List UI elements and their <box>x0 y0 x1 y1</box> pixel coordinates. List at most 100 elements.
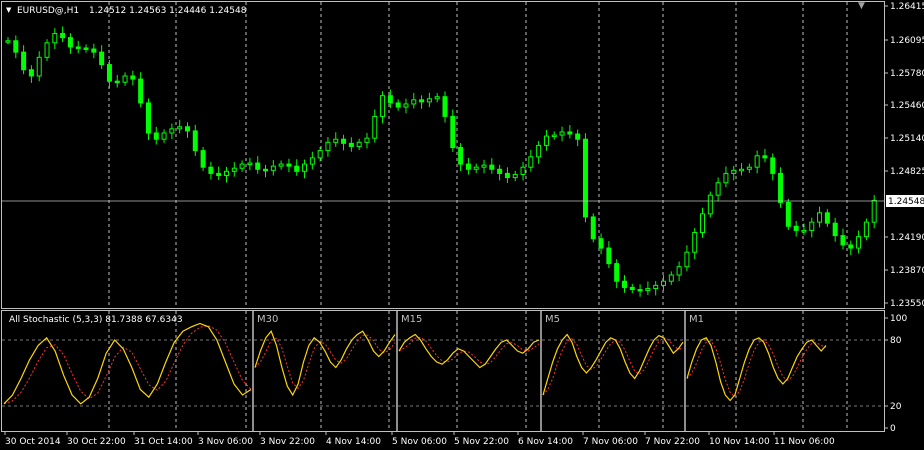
candle-body <box>208 166 214 174</box>
main-chart-frame <box>1 1 885 309</box>
price-tick-label: 1.25140 <box>890 134 924 144</box>
candle-body <box>161 132 167 140</box>
candle-body <box>278 163 284 167</box>
candle-body <box>28 69 34 77</box>
candle-body <box>739 168 745 172</box>
candle-body <box>567 131 573 135</box>
dropdown-arrow-icon[interactable]: ▼ <box>6 6 12 14</box>
stoch-tick-label: 0 <box>890 424 896 434</box>
symbol-title: EURUSD@,H1 <box>17 6 79 16</box>
candle-body <box>809 221 815 231</box>
candle-body <box>824 212 830 224</box>
time-tick-label: 11 Nov 06:00 <box>774 437 835 447</box>
candle-body <box>434 96 440 100</box>
time-tick-label: 3 Nov 22:00 <box>260 437 315 447</box>
candle-body <box>778 172 784 203</box>
candle-body <box>520 166 526 175</box>
candle-body <box>668 274 674 282</box>
candle-body <box>317 150 323 159</box>
candle-body <box>411 99 417 105</box>
time-tick-label: 3 Nov 06:00 <box>198 437 253 447</box>
ohlc-values: 1.24512 1.24563 1.24446 1.24548 <box>89 6 247 16</box>
candle-body <box>832 222 838 237</box>
candle-body <box>224 170 229 176</box>
candle-body <box>536 144 542 158</box>
time-tick-label: 6 Nov 14:00 <box>518 437 573 447</box>
time-tick-label: 4 Nov 14:00 <box>326 437 381 447</box>
candle-body <box>60 32 66 39</box>
stochastic-label: All Stochastic (5,3,3) 81.7388 67.6343 <box>9 315 183 325</box>
chart-canvas[interactable]: 1.26415 1.26095 1.25780 1.25460 1.25140 1.248… <box>0 0 924 450</box>
candle-body <box>419 99 425 103</box>
candle-body <box>67 37 73 48</box>
candle-body <box>372 115 378 139</box>
price-tick-label: 1.24825 <box>890 167 924 177</box>
candle-body <box>21 51 27 71</box>
candle-body <box>793 225 799 231</box>
candle-body <box>91 48 97 53</box>
candle-body <box>130 75 136 80</box>
time-tick-label: 7 Nov 06:00 <box>583 437 638 447</box>
candle-body <box>481 164 487 168</box>
candle-body <box>44 42 50 58</box>
candle-body <box>442 96 448 117</box>
candle-body <box>614 263 620 282</box>
time-tick-label: 5 Nov 06:00 <box>392 437 447 447</box>
candle-body <box>356 141 362 147</box>
candle-body <box>528 156 534 168</box>
candle-body <box>83 47 89 50</box>
candle-body <box>153 132 159 140</box>
stoch-tick-label: 100 <box>890 314 907 324</box>
candle-body <box>762 155 768 159</box>
candle-body <box>192 130 198 152</box>
candle-body <box>106 64 112 82</box>
candle-body <box>575 133 581 140</box>
candle-body <box>863 221 869 238</box>
stoch-tick-label: 20 <box>890 402 902 412</box>
candle-body <box>286 163 292 167</box>
candle-body <box>801 229 807 233</box>
chart-shift-icon[interactable]: ▼ <box>858 1 865 11</box>
candle-body <box>99 51 105 66</box>
candle-body <box>598 238 604 249</box>
price-tick-label: 1.25460 <box>890 101 924 111</box>
candle-body <box>184 126 190 132</box>
candle-body <box>426 98 432 103</box>
candle-body <box>387 95 393 104</box>
candle-body <box>36 56 42 77</box>
price-tick-label: 1.25780 <box>890 69 924 79</box>
candle-body <box>200 150 206 168</box>
candle-body <box>746 166 752 170</box>
time-tick-label: 10 Nov 14:00 <box>709 437 770 447</box>
candle-body <box>512 173 518 179</box>
candle-body <box>497 168 503 174</box>
candle-body <box>653 284 659 289</box>
candle-body <box>629 286 635 291</box>
candle-body <box>707 194 713 215</box>
candle-body <box>13 40 19 53</box>
price-tick-label: 1.26415 <box>890 2 924 12</box>
candle-body <box>684 251 690 268</box>
candle-body <box>715 182 721 196</box>
candle-body <box>341 138 347 144</box>
candle-body <box>239 163 245 169</box>
candle-body <box>848 244 854 249</box>
candle-body <box>606 247 612 265</box>
candle-body <box>817 212 823 223</box>
stoch-tick-label: 80 <box>890 336 902 346</box>
current-price-label: 1.24548 <box>888 197 924 207</box>
candle-body <box>582 138 588 218</box>
candle-body <box>255 162 261 170</box>
candle-body <box>364 137 370 143</box>
candle-body <box>621 280 627 288</box>
price-tick-label: 1.23550 <box>890 299 924 309</box>
candle-body <box>551 134 557 138</box>
candle-body <box>169 128 175 134</box>
candle-body <box>661 280 666 286</box>
candle-body <box>294 165 300 172</box>
time-tick-label: 30 Oct 2014 <box>5 437 61 447</box>
candle-body <box>114 80 120 84</box>
candle-body <box>559 131 565 136</box>
candle-body <box>270 165 276 171</box>
candle-body <box>52 32 58 44</box>
